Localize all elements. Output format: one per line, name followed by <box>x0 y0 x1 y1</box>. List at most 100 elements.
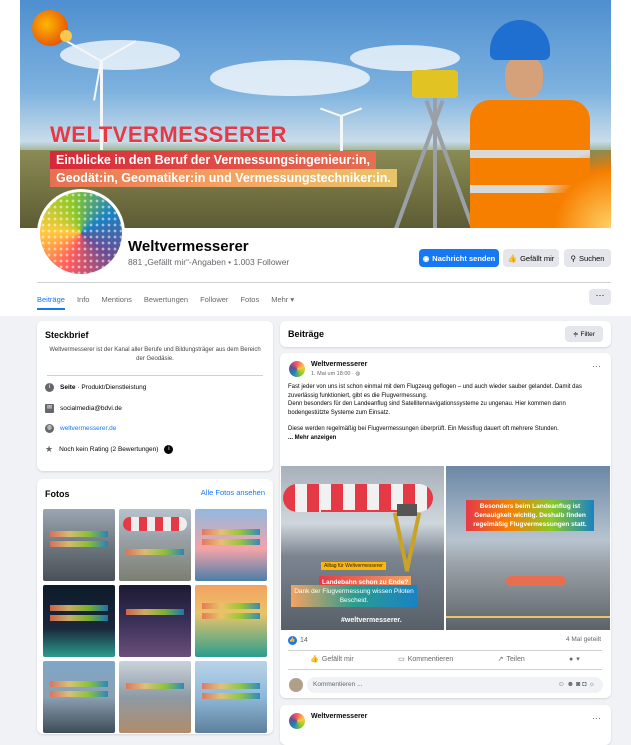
header-divider <box>37 282 611 283</box>
brand-logo-dot <box>60 30 72 42</box>
audience-selector[interactable]: ● ▾ <box>569 655 580 664</box>
cover-brand-title: WELTVERMESSERER <box>50 122 287 147</box>
messenger-icon: ◉ <box>422 253 430 263</box>
tab-mentions[interactable]: Mentions <box>101 290 131 308</box>
profile-avatar[interactable] <box>37 189 125 277</box>
turbine-blade <box>340 107 363 117</box>
intro-divider <box>47 375 263 376</box>
photo-caption-bar <box>202 683 260 689</box>
globe-icon: ◍ <box>355 371 361 377</box>
photo-thumbnail[interactable] <box>119 661 191 733</box>
photo-thumbnail[interactable] <box>43 585 115 657</box>
reaction-summary[interactable]: 👍 14 <box>288 636 308 645</box>
photo-thumbnail[interactable] <box>119 585 191 657</box>
photo-caption-bar <box>50 681 108 687</box>
sticker-alt-icon[interactable]: ☼ <box>589 681 597 688</box>
photo-thumbnail[interactable] <box>195 509 267 581</box>
intro-email[interactable]: socialmedia@bdvi.de <box>60 405 122 412</box>
post-divider <box>288 669 602 670</box>
share-action-button[interactable]: ↗ Teilen <box>497 655 525 664</box>
post-card: Weltvermesserer 1. Mai um 18:00 · ◍ ··· … <box>280 353 611 698</box>
post-author[interactable]: Weltvermesserer <box>311 361 367 368</box>
tripod-leg <box>404 512 422 572</box>
like-page-label: Gefällt mir <box>520 253 555 263</box>
post-actions: 👍 Gefällt mir ▭ Kommentieren ↗ Teilen ● ▾ <box>288 655 602 664</box>
photo-caption-bar <box>50 531 108 537</box>
photo-caption-bar <box>202 539 260 545</box>
comment-input[interactable]: Kommentieren ... ☺☻◙◘☼ <box>307 677 603 693</box>
thumbs-up-icon: 👍 <box>310 656 319 663</box>
post-author[interactable]: Weltvermesserer <box>311 713 367 720</box>
intro-title: Steckbrief <box>45 330 89 340</box>
photo-caption-bar <box>50 615 108 621</box>
cloud <box>60 40 180 70</box>
post-image-left[interactable]: Alltag für Weltvermesserer Landebahn sch… <box>281 466 444 630</box>
tab-followers[interactable]: Follower <box>200 290 228 308</box>
photo-thumbnail[interactable] <box>43 509 115 581</box>
see-more-link[interactable]: ... Mehr anzeigen <box>288 434 602 443</box>
surveying-instrument <box>397 504 417 516</box>
photo-grid <box>43 509 267 733</box>
page-stats[interactable]: 881 „Gefällt mir“-Angaben • 1.003 Follow… <box>128 257 289 267</box>
cover-photo[interactable]: WELTVERMESSERER Einblicke in den Beruf d… <box>20 0 611 228</box>
post-avatar[interactable] <box>289 713 305 729</box>
search-icon: ⚲ <box>570 253 577 263</box>
post-card: Weltvermesserer ··· <box>280 705 611 745</box>
more-options-button[interactable]: ··· <box>589 289 611 305</box>
intro-category-row: i Seite · Produkt/Dienstleistung <box>45 383 146 392</box>
filter-button[interactable]: ≑ Filter <box>565 326 603 342</box>
send-message-button[interactable]: ◉ Nachricht senden <box>419 249 499 267</box>
intro-card: Steckbrief Weltvermesserer ist der Kanal… <box>37 321 273 471</box>
photo-thumbnail[interactable] <box>195 585 267 657</box>
avatar-small-icon: ● <box>569 655 574 663</box>
globe-icon: ◍ <box>45 424 54 433</box>
tab-posts[interactable]: Beiträge <box>37 290 65 310</box>
photo-thumbnail[interactable] <box>43 661 115 733</box>
runway-line <box>446 616 610 618</box>
comment-tools: ☺☻◙◘☼ <box>558 677 597 693</box>
posts-title: Beiträge <box>288 329 325 339</box>
intro-website-link[interactable]: weltvermesserer.de <box>60 425 116 432</box>
sticker-icon[interactable]: ☺ <box>558 681 567 688</box>
comment-action-button[interactable]: ▭ Kommentieren <box>398 655 453 664</box>
intro-website-row: ◍ weltvermesserer.de <box>45 424 116 433</box>
like-page-button[interactable]: 👍 Gefällt mir <box>503 249 559 267</box>
post-text: Fast jeder von uns ist schon einmal mit … <box>288 383 602 442</box>
post-paragraph: Denn besonders für den Landeanflug sind … <box>288 401 566 416</box>
share-icon: ↗ <box>497 656 504 663</box>
emoji-icon[interactable]: ☻ <box>567 681 576 688</box>
page-tabs: Beiträge Info Mentions Bewertungen Follo… <box>37 290 294 310</box>
helmet <box>490 20 550 60</box>
posts-header-card: Beiträge ≑ Filter <box>280 321 611 347</box>
see-all-photos-link[interactable]: Alle Fotos ansehen <box>201 488 265 497</box>
face <box>505 56 543 98</box>
photo-thumbnail[interactable] <box>195 661 267 733</box>
cloud <box>350 45 460 71</box>
tab-info[interactable]: Info <box>77 290 90 308</box>
share-count[interactable]: 4 Mal geteilt <box>566 636 601 643</box>
tab-reviews[interactable]: Bewertungen <box>144 290 188 308</box>
tab-photos[interactable]: Fotos <box>240 290 259 308</box>
post-image-right[interactable]: Besonders beim Landeanflug ist Genauigke… <box>446 466 610 630</box>
post-avatar[interactable] <box>289 361 305 377</box>
photo-caption-bar <box>126 609 184 615</box>
intro-email-row: ✉ socialmedia@bdvi.de <box>45 404 122 413</box>
intro-rating-row: ★ Noch kein Rating (2 Bewertungen) i <box>45 444 174 455</box>
intro-category-text: Seite · Produkt/Dienstleistung <box>60 384 146 391</box>
photo-thumbnail[interactable] <box>119 509 191 581</box>
info-circle-icon[interactable]: i <box>164 445 174 454</box>
photos-card: Fotos Alle Fotos ansehen <box>37 479 273 734</box>
like-reaction-icon: 👍 <box>288 636 297 645</box>
page-title: Weltvermesserer <box>128 238 249 255</box>
filter-label: Filter <box>580 330 595 338</box>
search-label: Suchen <box>579 253 605 263</box>
intro-rating: Noch kein Rating (2 Bewertungen) <box>59 446 159 453</box>
post-date-text: 1. Mai um 18:00 · <box>311 371 356 377</box>
post-options-icon[interactable]: ··· <box>592 361 601 371</box>
search-button[interactable]: ⚲ Suchen <box>564 249 611 267</box>
like-action-button[interactable]: 👍 Gefällt mir <box>310 655 354 664</box>
post-options-icon[interactable]: ··· <box>592 713 601 723</box>
post-date[interactable]: 1. Mai um 18:00 · ◍ <box>311 371 360 377</box>
intro-category-value: · Produkt/Dienstleistung <box>75 384 147 391</box>
tab-more[interactable]: Mehr ▾ <box>271 290 294 308</box>
